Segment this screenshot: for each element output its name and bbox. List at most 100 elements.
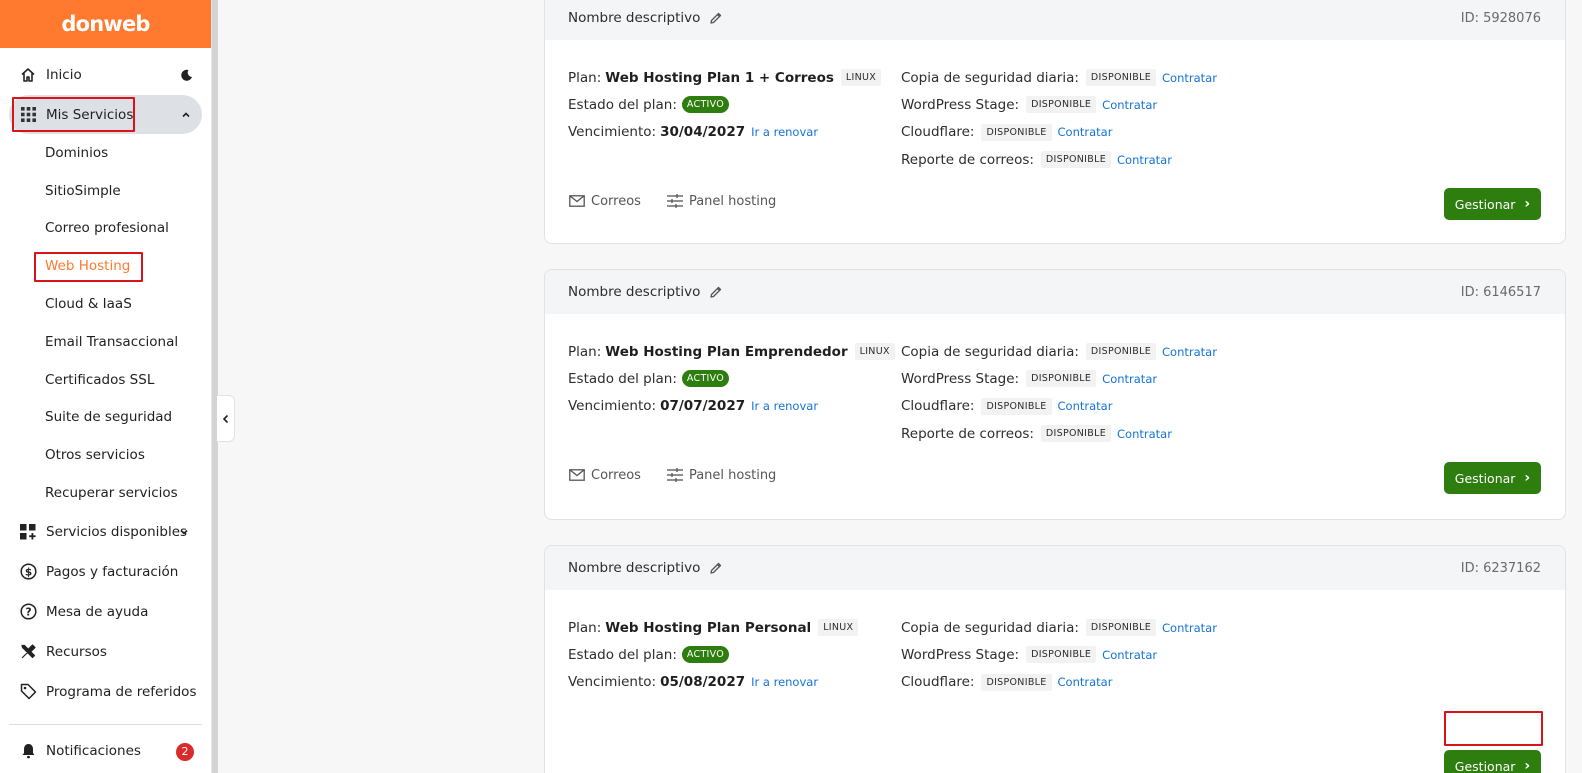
addon-label: Reporte de correos: bbox=[901, 425, 1034, 442]
moon-icon[interactable] bbox=[178, 67, 194, 83]
sidebar-scrollbar[interactable] bbox=[212, 0, 218, 773]
nav-notificaciones[interactable]: Notificaciones 2 bbox=[0, 731, 211, 771]
sidebar-item-sitiosimple[interactable]: SitioSimple bbox=[0, 172, 211, 210]
notification-count-badge: 2 bbox=[176, 742, 194, 761]
plan-row: Plan: Web Hosting Plan Personal LINUX bbox=[568, 614, 859, 641]
estado-label: Estado del plan: bbox=[568, 370, 677, 387]
addon-copia: Copia de seguridad diaria: DISPONIBLE Cont… bbox=[901, 614, 1217, 641]
contratar-link[interactable]: Contratar bbox=[1117, 427, 1172, 441]
sidebar-item-email-transaccional[interactable]: Email Transaccional bbox=[0, 323, 211, 361]
nav-mis-servicios[interactable]: Mis Servicios bbox=[9, 95, 202, 134]
collapse-sidebar-button[interactable] bbox=[217, 395, 235, 442]
contratar-link[interactable]: Contratar bbox=[1102, 98, 1157, 112]
addon-status: DISPONIBLE bbox=[981, 673, 1052, 691]
panel-hosting-label: Panel hosting bbox=[688, 193, 777, 209]
addon-label: Copia de seguridad diaria: bbox=[901, 69, 1079, 86]
gestionar-label: Gestionar bbox=[1454, 196, 1516, 212]
sidebar-item-suite-seguridad[interactable]: Suite de seguridad bbox=[0, 399, 211, 437]
status-badge: ACTIVO bbox=[681, 96, 730, 114]
chevron-down-icon[interactable] bbox=[176, 524, 192, 540]
vencimiento-row: Vencimiento: 30/04/2027 Ir a renovar bbox=[568, 119, 881, 146]
contratar-link[interactable]: Contratar bbox=[1058, 125, 1113, 139]
sidebar-item-otros-servicios[interactable]: Otros servicios bbox=[0, 436, 211, 474]
chevron-right-icon: › bbox=[1524, 470, 1531, 486]
mail-icon bbox=[568, 193, 586, 209]
gestionar-button[interactable]: Gestionar › bbox=[1444, 188, 1541, 220]
plan-label: Plan: bbox=[568, 69, 602, 86]
panel-hosting-link[interactable]: Panel hosting bbox=[666, 193, 776, 209]
contratar-link[interactable]: Contratar bbox=[1162, 621, 1217, 635]
contratar-link[interactable]: Contratar bbox=[1102, 648, 1157, 662]
nav-inicio[interactable]: Inicio bbox=[0, 55, 211, 95]
sidebar-item-cloud[interactable]: Cloud & IaaS bbox=[0, 285, 211, 323]
hosting-card: Nombre descriptivo ID: 6146517 Plan: Web … bbox=[544, 269, 1566, 520]
addon-copia: Copia de seguridad diaria: DISPONIBLE Cont… bbox=[901, 338, 1217, 365]
plan-details: Plan: Web Hosting Plan Emprendedor LINUX E… bbox=[568, 338, 895, 420]
addon-label: Cloudflare: bbox=[901, 398, 975, 415]
card-body: Plan: Web Hosting Plan Personal LINUX Esta… bbox=[545, 590, 1565, 773]
chevron-up-icon[interactable] bbox=[178, 107, 194, 123]
plan-label: Plan: bbox=[568, 619, 602, 636]
chevron-right-icon: › bbox=[1524, 196, 1531, 212]
nav-servicios-disponibles[interactable]: Servicios disponibles bbox=[0, 512, 211, 552]
card-header: Nombre descriptivo ID: 6146517 bbox=[545, 270, 1565, 314]
addon-reporte: Reporte de correos: DISPONIBLE Contratar bbox=[901, 420, 1217, 447]
sidebar-item-web-hosting[interactable]: Web Hosting bbox=[0, 247, 211, 285]
sidebar-item-correo-profesional[interactable]: Correo profesional bbox=[0, 210, 211, 248]
pencil-icon[interactable] bbox=[709, 560, 725, 576]
home-icon bbox=[19, 66, 37, 84]
card-header: Nombre descriptivo ID: 6237162 bbox=[545, 546, 1565, 590]
panel-hosting-link[interactable]: Panel hosting bbox=[666, 467, 776, 483]
status-badge: ACTIVO bbox=[681, 370, 730, 388]
contratar-link[interactable]: Contratar bbox=[1117, 153, 1172, 167]
nav-notificaciones-label: Notificaciones bbox=[46, 742, 141, 759]
logo-bar[interactable]: donweb bbox=[0, 0, 211, 48]
vencimiento-row: Vencimiento: 07/07/2027 Ir a renovar bbox=[568, 393, 895, 420]
nav-pagos-label: Pagos y facturación bbox=[46, 563, 179, 580]
contratar-link[interactable]: Contratar bbox=[1102, 372, 1157, 386]
addon-wpstage: WordPress Stage: DISPONIBLE Contratar bbox=[901, 91, 1217, 118]
gestionar-button[interactable]: Gestionar › bbox=[1444, 462, 1541, 494]
addon-status: DISPONIBLE bbox=[1026, 646, 1097, 664]
estado-row: Estado del plan: ACTIVO bbox=[568, 641, 858, 668]
hosting-card: Nombre descriptivo ID: 5928076 Plan: Web … bbox=[544, 0, 1566, 244]
renovar-link[interactable]: Ir a renovar bbox=[751, 675, 818, 689]
tag-icon bbox=[19, 683, 37, 701]
nav-referidos[interactable]: Programa de referidos bbox=[0, 672, 211, 712]
sidebar-item-certificados-ssl[interactable]: Certificados SSL bbox=[0, 361, 211, 399]
card-name: Nombre descriptivo bbox=[568, 284, 701, 300]
addon-reporte: Reporte de correos: DISPONIBLE Contratar bbox=[901, 146, 1217, 173]
contratar-link[interactable]: Contratar bbox=[1162, 71, 1217, 85]
nav-mesa-ayuda[interactable]: ? Mesa de ayuda bbox=[0, 592, 211, 632]
nav-recursos[interactable]: Recursos bbox=[0, 632, 211, 672]
pencil-icon[interactable] bbox=[709, 284, 725, 300]
addon-label: Cloudflare: bbox=[901, 124, 975, 141]
vencimiento-label: Vencimiento: bbox=[568, 124, 657, 141]
gestionar-label: Gestionar bbox=[1454, 470, 1516, 486]
nav-pagos[interactable]: $ Pagos y facturación bbox=[0, 552, 211, 592]
addon-status: DISPONIBLE bbox=[1040, 425, 1111, 443]
contratar-link[interactable]: Contratar bbox=[1058, 675, 1113, 689]
correos-link[interactable]: Correos bbox=[568, 467, 641, 483]
sidebar-item-dominios[interactable]: Dominios bbox=[0, 134, 211, 172]
contratar-link[interactable]: Contratar bbox=[1058, 399, 1113, 413]
nav-referidos-label: Programa de referidos bbox=[46, 683, 197, 700]
renovar-link[interactable]: Ir a renovar bbox=[751, 399, 818, 413]
vencimiento-label: Vencimiento: bbox=[568, 398, 657, 415]
pencil-icon[interactable] bbox=[709, 10, 725, 26]
bell-icon bbox=[19, 742, 37, 760]
sliders-icon bbox=[666, 193, 684, 209]
gestionar-button[interactable]: Gestionar › bbox=[1444, 750, 1541, 773]
contratar-link[interactable]: Contratar bbox=[1162, 345, 1217, 359]
vencimiento-row: Vencimiento: 05/08/2027 Ir a renovar bbox=[568, 669, 858, 696]
sidebar-item-recuperar-servicios[interactable]: Recuperar servicios bbox=[0, 474, 211, 512]
os-tag: LINUX bbox=[854, 343, 895, 361]
correos-link[interactable]: Correos bbox=[568, 193, 641, 209]
estado-row: Estado del plan: ACTIVO bbox=[568, 365, 895, 392]
card-actions: Correos Panel hosting bbox=[568, 193, 801, 209]
estado-label: Estado del plan: bbox=[568, 646, 677, 663]
logo[interactable]: donweb bbox=[61, 12, 150, 36]
plan-details: Plan: Web Hosting Plan 1 + Correos LINUX E… bbox=[568, 64, 882, 146]
addon-label: WordPress Stage: bbox=[901, 96, 1020, 113]
renovar-link[interactable]: Ir a renovar bbox=[751, 125, 818, 139]
